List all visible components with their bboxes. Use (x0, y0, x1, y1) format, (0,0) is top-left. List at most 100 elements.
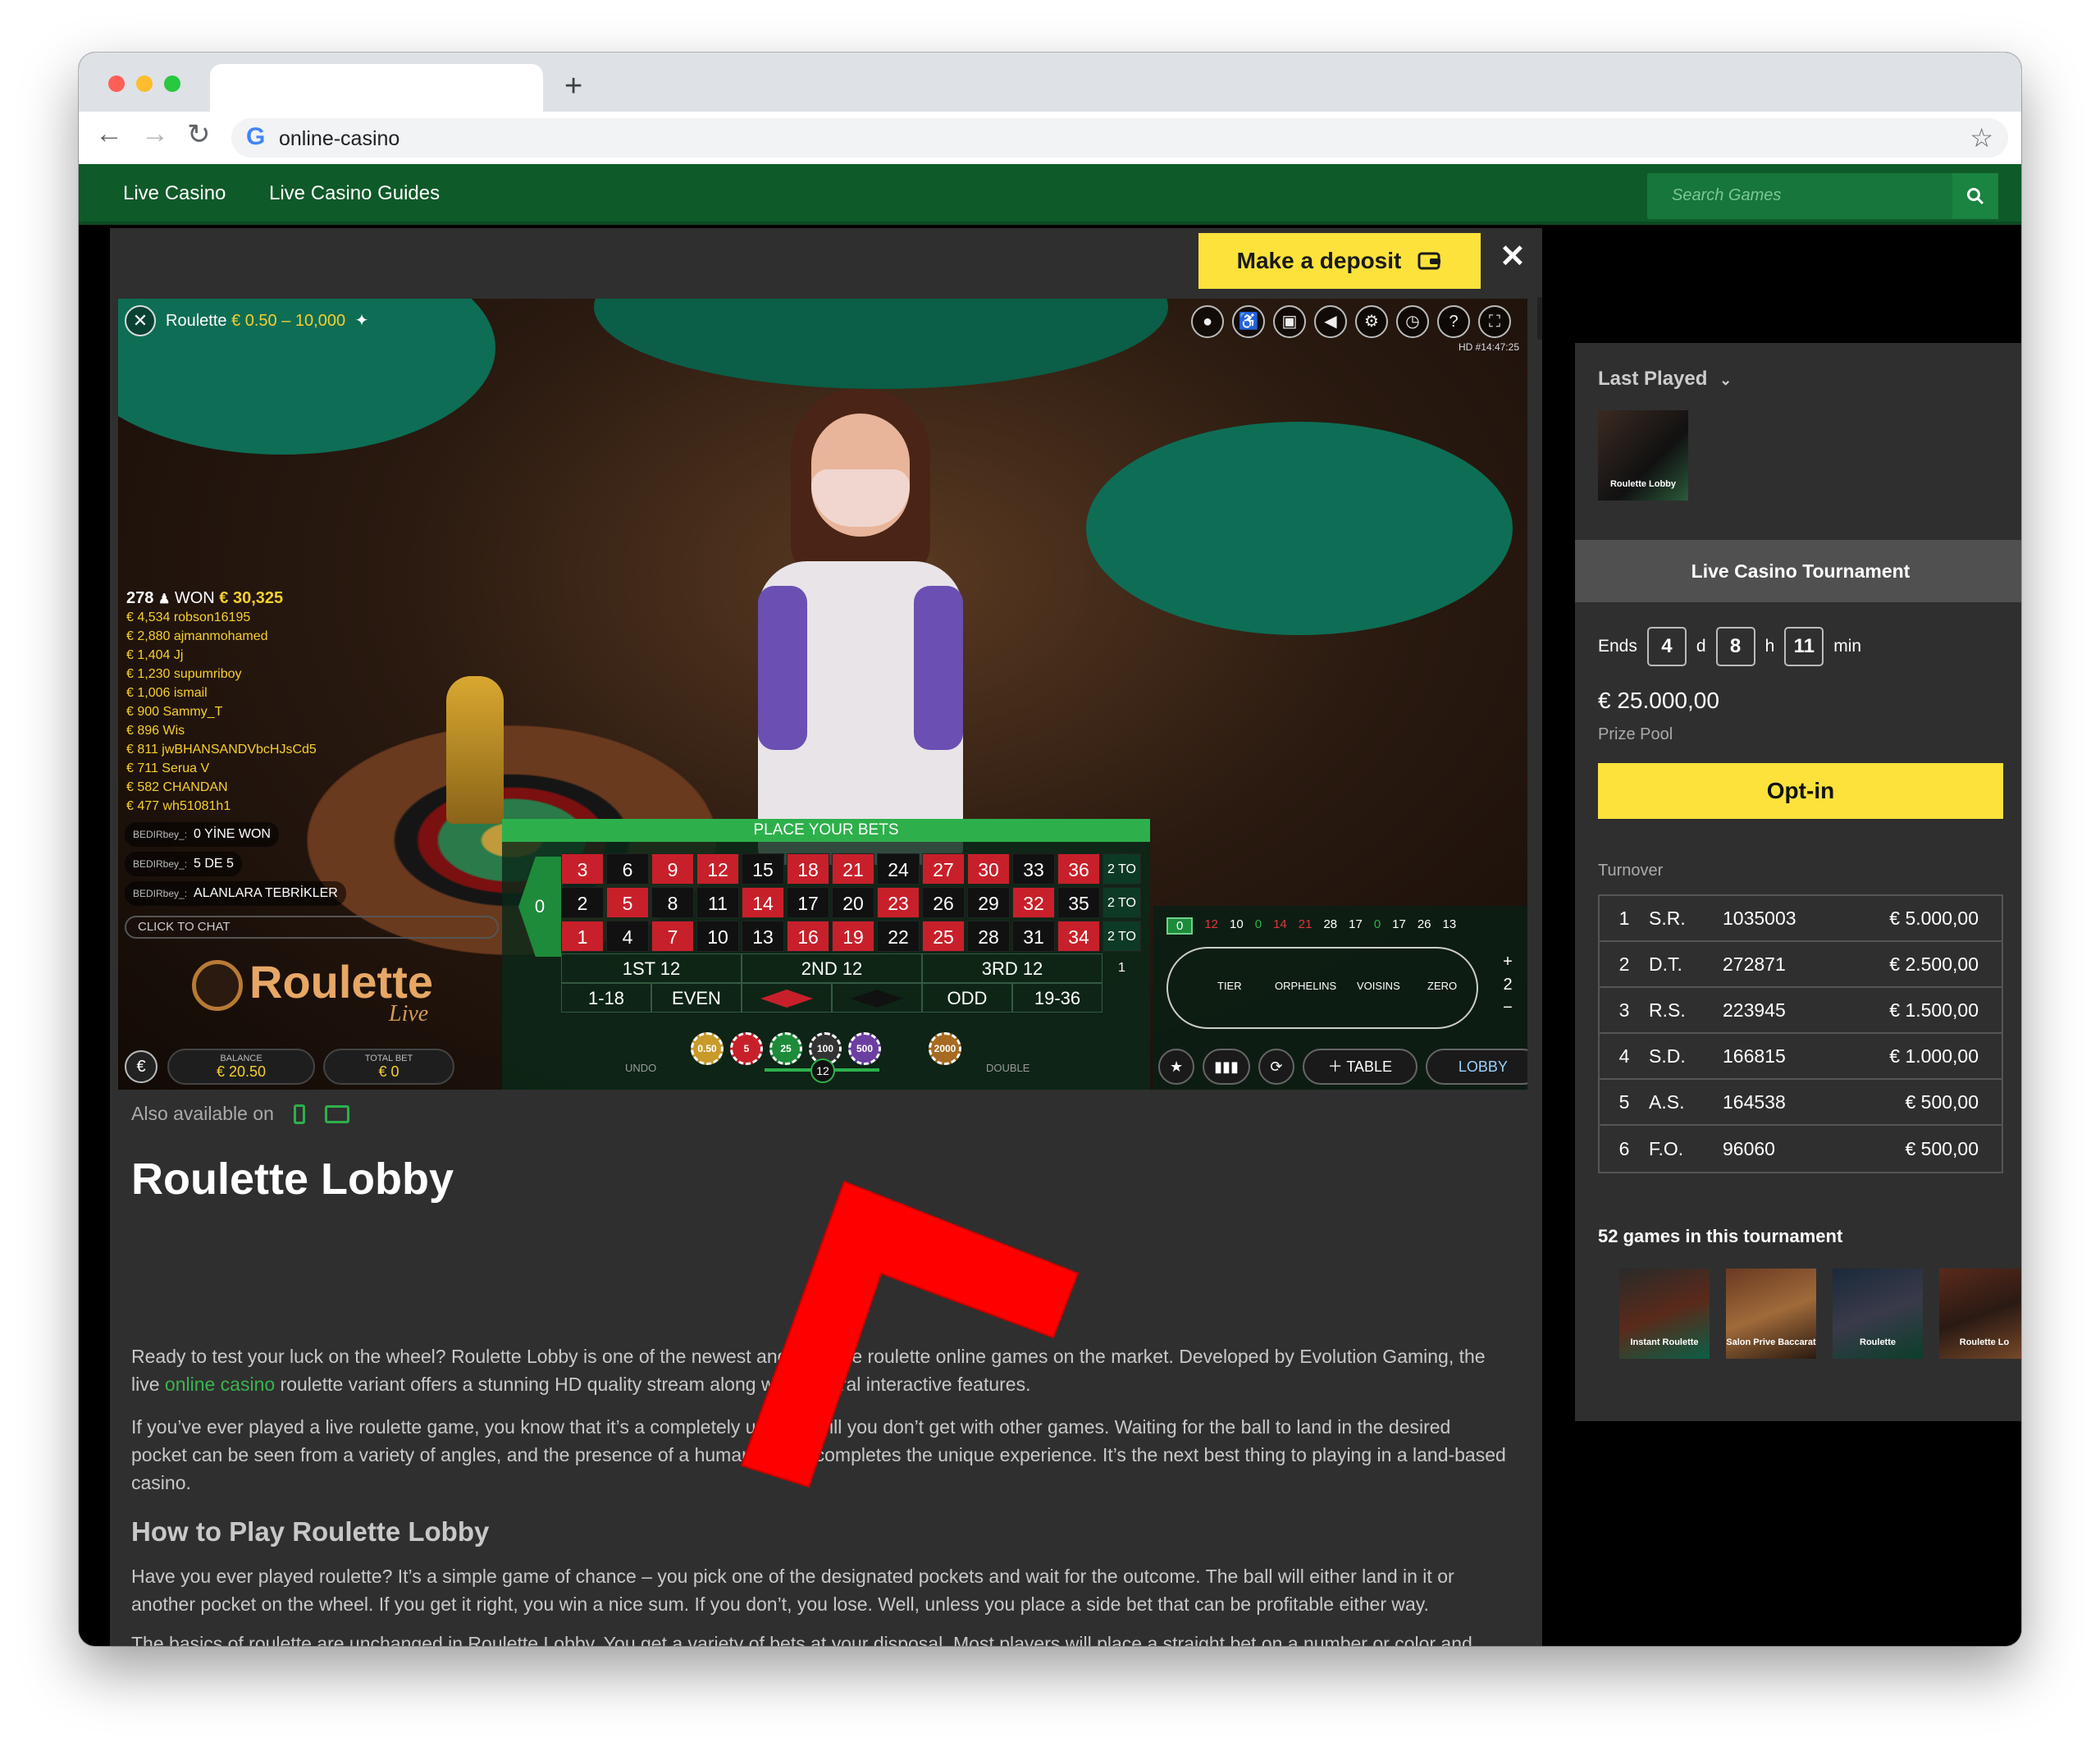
bet-even[interactable]: EVEN (651, 983, 742, 1013)
back-icon[interactable]: ← (95, 118, 123, 150)
bet-number-16[interactable]: 16 (787, 921, 829, 952)
bet-number-23[interactable]: 23 (877, 887, 920, 918)
nav-link-live-casino-guides[interactable]: Live Casino Guides (269, 182, 440, 205)
bet-number-31[interactable]: 31 (1012, 921, 1055, 952)
minus-icon[interactable]: − (1498, 996, 1518, 1019)
bookmark-star-icon[interactable]: ☆ (1970, 122, 1993, 153)
bet-19-36[interactable]: 19-36 (1012, 983, 1102, 1013)
browser-tab[interactable] (210, 64, 543, 112)
forward-icon[interactable]: → (141, 118, 169, 150)
game-thumb[interactable]: Instant Roulette (1619, 1269, 1710, 1359)
bet-number-15[interactable]: 15 (742, 853, 784, 885)
search-input[interactable]: Search Games (1672, 186, 1781, 205)
bet-number-6[interactable]: 6 (606, 853, 649, 885)
bet-number-17[interactable]: 17 (787, 887, 829, 918)
minimize-window-button[interactable] (136, 75, 153, 92)
statistics-icon[interactable]: ▮▮▮ (1203, 1049, 1250, 1085)
racetrack-tier[interactable]: TIER (1217, 980, 1242, 992)
bet-number-22[interactable]: 22 (877, 921, 920, 952)
racetrack-voisins[interactable]: VOISINS (1357, 980, 1400, 992)
bet-number-8[interactable]: 8 (651, 887, 694, 918)
bet-number-10[interactable]: 10 (696, 921, 739, 952)
bet-number-21[interactable]: 21 (832, 853, 874, 885)
close-game-button[interactable]: ✕ (1500, 238, 1526, 275)
bet-number-9[interactable]: 9 (651, 853, 694, 885)
address-bar[interactable]: G online-casino ☆ (231, 118, 2008, 158)
bet-zero[interactable]: 0 (518, 857, 561, 957)
help-icon[interactable]: ? (1437, 305, 1470, 338)
bet-number-25[interactable]: 25 (922, 921, 965, 952)
opt-in-button[interactable]: Opt-in (1598, 763, 2003, 819)
game-thumb[interactable]: Roulette (1833, 1269, 1923, 1359)
pin-icon[interactable]: ✦ (355, 312, 369, 330)
volume-icon[interactable]: ◀ (1314, 305, 1347, 338)
bet-number-35[interactable]: 35 (1057, 887, 1100, 918)
search-icon[interactable] (1952, 173, 1998, 219)
bet-dozen-3[interactable]: 3RD 12 (922, 953, 1102, 983)
bet-red[interactable] (742, 983, 832, 1013)
bet-number-24[interactable]: 24 (877, 853, 920, 885)
add-table-button[interactable]: ＋ TABLE (1302, 1049, 1418, 1085)
bet-column[interactable]: 2 TO 1 (1102, 921, 1141, 975)
bet-number-11[interactable]: 11 (696, 887, 739, 918)
close-game-icon[interactable]: ✕ (125, 305, 156, 336)
bet-column[interactable]: 2 TO 1 (1102, 887, 1141, 941)
new-tab-button[interactable]: + (564, 69, 582, 104)
bet-number-34[interactable]: 34 (1057, 921, 1100, 952)
chat-icon[interactable]: ● (1191, 305, 1224, 338)
camera-icon[interactable]: ▣ (1273, 305, 1306, 338)
bet-number-18[interactable]: 18 (787, 853, 829, 885)
bet-number-29[interactable]: 29 (967, 887, 1010, 918)
bet-number-28[interactable]: 28 (967, 921, 1010, 952)
bet-black[interactable] (832, 983, 922, 1013)
bet-number-1[interactable]: 1 (561, 921, 604, 952)
bet-number-12[interactable]: 12 (696, 853, 739, 885)
bet-number-3[interactable]: 3 (561, 853, 604, 885)
repeat-icon[interactable]: ⟳ (1258, 1049, 1294, 1085)
chip-2000[interactable]: 2000 (929, 1032, 961, 1065)
close-window-button[interactable] (108, 75, 125, 92)
bet-number-26[interactable]: 26 (922, 887, 965, 918)
game-thumb[interactable]: Roulette Lo (1939, 1269, 2021, 1359)
chip-500[interactable]: 500 (848, 1032, 881, 1065)
bet-number-33[interactable]: 33 (1012, 853, 1055, 885)
bet-dozen-1[interactable]: 1ST 12 (561, 953, 742, 983)
reload-icon[interactable]: ↻ (187, 118, 211, 151)
last-played-game-thumb[interactable]: Roulette Lobby (1598, 410, 1688, 501)
chat-input[interactable]: CLICK TO CHAT (125, 916, 499, 939)
chip-5[interactable]: 5 (730, 1032, 763, 1065)
bet-number-36[interactable]: 36 (1057, 853, 1100, 885)
bet-number-13[interactable]: 13 (742, 921, 784, 952)
accessibility-icon[interactable]: ♿ (1232, 305, 1265, 338)
favourites-star-icon[interactable]: ★ (1158, 1049, 1195, 1085)
bet-number-4[interactable]: 4 (606, 921, 649, 952)
bet-number-32[interactable]: 32 (1012, 887, 1055, 918)
bet-number-5[interactable]: 5 (606, 887, 649, 918)
racetrack-zero[interactable]: ZERO (1427, 980, 1457, 992)
search-games[interactable]: Search Games (1647, 173, 1998, 219)
plus-icon[interactable]: + (1498, 950, 1518, 973)
history-icon[interactable]: ◷ (1396, 305, 1429, 338)
maximize-window-button[interactable] (164, 75, 180, 92)
settings-gear-icon[interactable]: ⚙ (1355, 305, 1388, 338)
make-deposit-button[interactable]: Make a deposit (1198, 233, 1481, 289)
last-played-dropdown[interactable]: Last Played ⌄ (1598, 368, 1732, 391)
undo-button[interactable]: UNDO (625, 1062, 656, 1074)
bet-number-20[interactable]: 20 (832, 887, 874, 918)
bet-number-19[interactable]: 19 (832, 921, 874, 952)
racetrack[interactable]: TIER ORPHELINS VOISINS ZERO (1166, 947, 1478, 1029)
online-casino-link[interactable]: online casino (165, 1374, 275, 1395)
bet-number-14[interactable]: 14 (742, 887, 784, 918)
bet-odd[interactable]: ODD (922, 983, 1012, 1013)
double-button[interactable]: DOUBLE (986, 1062, 1029, 1074)
game-thumb[interactable]: Salon Prive Baccarat (1726, 1269, 1816, 1359)
chip-25[interactable]: 25 (769, 1032, 802, 1065)
bet-number-2[interactable]: 2 (561, 887, 604, 918)
url-text[interactable]: online-casino (279, 127, 399, 151)
bet-number-7[interactable]: 7 (651, 921, 694, 952)
bet-1-18[interactable]: 1-18 (561, 983, 651, 1013)
bet-number-27[interactable]: 27 (922, 853, 965, 885)
fullscreen-icon[interactable]: ⛶ (1478, 305, 1511, 338)
currency-icon[interactable]: € (125, 1050, 158, 1083)
nav-link-live-casino[interactable]: Live Casino (123, 182, 226, 205)
